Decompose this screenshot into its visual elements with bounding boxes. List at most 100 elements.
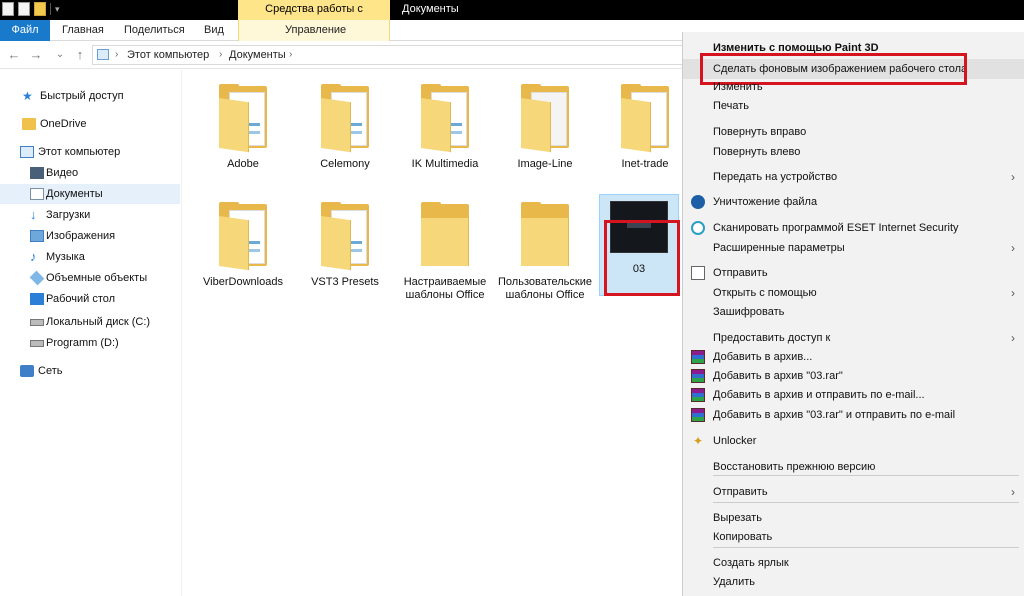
shredder-icon: [691, 195, 705, 209]
folder-vst3-presets[interactable]: VST3 Presets: [297, 202, 393, 289]
tab-manage[interactable]: Управление: [285, 20, 346, 41]
tab-share[interactable]: Поделиться: [124, 20, 185, 41]
menu-print[interactable]: Печать: [683, 96, 1024, 116]
quick-access-toolbar: ▾: [2, 2, 60, 16]
nav-item-pictures[interactable]: Изображения: [0, 226, 180, 246]
menu-eset-scan[interactable]: Сканировать программой ESET Internet Sec…: [683, 218, 1024, 238]
folder-custom-office-templates[interactable]: Настраиваемые шаблоны Office: [397, 202, 493, 302]
nav-item-video[interactable]: Видео: [0, 163, 180, 183]
nav-item-3d-objects[interactable]: Объемные объекты: [0, 268, 180, 288]
submenu-arrow-icon: ›: [1011, 331, 1015, 345]
folder-adobe[interactable]: Adobe: [195, 84, 291, 171]
menu-restore-previous-version[interactable]: Восстановить прежнюю версию: [683, 457, 1024, 477]
menu-add-to-03-rar[interactable]: Добавить в архив "03.rar": [683, 366, 1024, 386]
breadcrumb-separator: ›: [289, 49, 293, 60]
menu-label: Уничтожение файла: [713, 196, 818, 208]
breadcrumb-separator: ›: [115, 49, 119, 60]
folder-icon: [517, 202, 573, 270]
folder-icon: [417, 202, 473, 270]
address-box[interactable]: › Этот компьютер › Документы ›: [92, 45, 692, 65]
menu-create-shortcut[interactable]: Создать ярлык: [683, 553, 1024, 573]
network-icon: [20, 365, 34, 377]
menu-separator: [713, 502, 1019, 503]
up-arrow-icon[interactable]: ↑: [72, 46, 88, 64]
nav-label: Этот компьютер: [38, 146, 121, 158]
star-icon: ★: [22, 89, 33, 103]
folder-icon: [215, 202, 271, 271]
winrar-icon: [691, 388, 705, 402]
title-bar: ▾ Средства работы с рисунками Документы: [0, 0, 1024, 34]
folder-ik-multimedia[interactable]: IK Multimedia: [397, 84, 493, 171]
file-name: VST3 Presets: [311, 276, 379, 288]
menu-share[interactable]: Отправить: [683, 263, 1024, 283]
share-icon: [691, 266, 705, 280]
menu-shred-file[interactable]: Уничтожение файла: [683, 192, 1024, 212]
menu-label: Повернуть вправо: [713, 126, 807, 138]
menu-cast-to-device[interactable]: Передать на устройство ›: [683, 167, 1024, 187]
nav-item-this-pc[interactable]: Этот компьютер: [0, 142, 180, 162]
breadcrumb-this-pc[interactable]: Этот компьютер: [127, 48, 209, 62]
menu-give-access[interactable]: Предоставить доступ к ›: [683, 328, 1024, 348]
folder-icon: [215, 84, 271, 153]
menu-delete[interactable]: Удалить: [683, 572, 1024, 592]
menu-label: Добавить в архив и отправить по e-mail..…: [713, 389, 925, 401]
nav-item-downloads[interactable]: ↓ Загрузки: [0, 205, 180, 225]
menu-label: Повернуть влево: [713, 146, 801, 158]
tab-view[interactable]: Вид: [204, 20, 224, 41]
folder-icon: [317, 84, 373, 153]
folder-image-line[interactable]: Image-Line: [497, 84, 593, 171]
tab-home[interactable]: Главная: [62, 20, 104, 41]
new-document-icon[interactable]: [18, 2, 30, 16]
back-arrow-icon[interactable]: ←: [6, 46, 22, 64]
file-name: Celemony: [320, 158, 370, 170]
folder-celemony[interactable]: Celemony: [297, 84, 393, 171]
folder-viberdownloads[interactable]: ViberDownloads: [195, 202, 291, 289]
menu-encrypt[interactable]: Зашифровать: [683, 302, 1024, 322]
winrar-icon: [691, 408, 705, 422]
nav-item-drive-d[interactable]: Programm (D:): [0, 333, 180, 353]
menu-archive-and-email[interactable]: Добавить в архив и отправить по e-mail..…: [683, 385, 1024, 405]
recent-locations-icon[interactable]: ⌄: [52, 46, 68, 64]
folder-user-office-templates[interactable]: Пользовательские шаблоны Office: [497, 202, 593, 302]
new-folder-icon[interactable]: [34, 2, 46, 16]
file-list: Adobe Celemony IK Multimedia Image-Line: [183, 70, 683, 596]
menu-add-to-archive[interactable]: Добавить в архив...: [683, 347, 1024, 367]
nav-item-network[interactable]: Сеть: [0, 361, 180, 381]
nav-label: Сеть: [38, 365, 63, 377]
folder-inet-trade[interactable]: Inet-trade: [597, 84, 693, 171]
nav-item-documents[interactable]: Документы: [0, 184, 180, 204]
desktop-icon: [30, 293, 44, 305]
menu-rotate-left[interactable]: Повернуть влево: [683, 142, 1024, 162]
menu-rotate-right[interactable]: Повернуть вправо: [683, 122, 1024, 142]
nav-item-quick-access[interactable]: ★ Быстрый доступ: [0, 86, 180, 106]
menu-edit[interactable]: Изменить: [683, 77, 1024, 97]
menu-label: Печать: [713, 100, 750, 112]
menu-send-to[interactable]: Отправить ›: [683, 482, 1024, 502]
menu-03-rar-and-email[interactable]: Добавить в архив "03.rar" и отправить по…: [683, 405, 1024, 425]
properties-icon[interactable]: [2, 2, 14, 16]
nav-label: Programm (D:): [46, 337, 119, 349]
music-icon: ♪: [30, 249, 37, 264]
nav-item-desktop[interactable]: Рабочий стол: [0, 289, 180, 309]
file-name: ViberDownloads: [203, 276, 283, 288]
menu-advanced-options[interactable]: Расширенные параметры ›: [683, 238, 1024, 258]
pc-icon: [20, 146, 34, 158]
downloads-icon: ↓: [30, 207, 37, 222]
file-name: Настраиваемые шаблоны Office: [403, 276, 487, 301]
forward-arrow-icon[interactable]: →: [28, 46, 44, 64]
menu-open-with[interactable]: Открыть с помощью ›: [683, 283, 1024, 303]
customize-toolbar-icon[interactable]: ▾: [55, 4, 60, 15]
nav-item-drive-c[interactable]: Локальный диск (C:): [0, 312, 180, 332]
menu-label: Изменить: [713, 81, 763, 93]
breadcrumb-documents[interactable]: Документы: [229, 48, 286, 62]
menu-cut[interactable]: Вырезать: [683, 508, 1024, 528]
menu-label: Unlocker: [713, 435, 757, 447]
tab-file[interactable]: Файл: [0, 20, 50, 41]
nav-item-music[interactable]: ♪ Музыка: [0, 247, 180, 267]
menu-label: Открыть с помощью: [713, 287, 817, 299]
menu-unlocker[interactable]: ✦ Unlocker: [683, 431, 1024, 451]
picture-tools-context-title: Средства работы с рисунками: [238, 0, 390, 34]
nav-item-onedrive[interactable]: OneDrive: [0, 114, 180, 134]
menu-copy[interactable]: Копировать: [683, 527, 1024, 547]
menu-label: Добавить в архив "03.rar": [713, 370, 843, 382]
